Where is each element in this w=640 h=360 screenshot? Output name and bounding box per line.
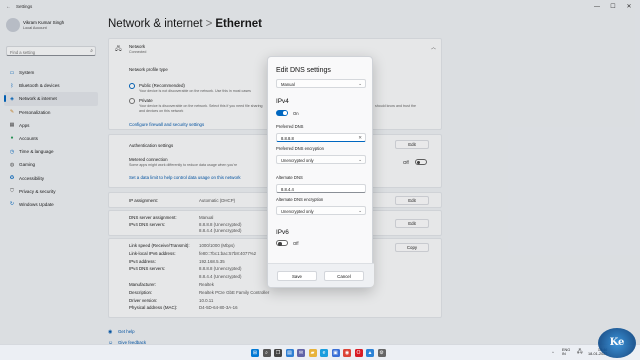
preferred-dns-value: 8.8.8.8 xyxy=(281,136,294,142)
search-icon[interactable]: ⌕ xyxy=(262,349,271,357)
preferred-dns-label: Preferred DNS xyxy=(276,124,304,129)
ipv4-toggle-state: On xyxy=(293,111,299,116)
dns-mode-value: Manual xyxy=(281,82,295,88)
preferred-encryption-value: Unencrypted only xyxy=(281,158,314,164)
cancel-button[interactable]: Cancel xyxy=(324,271,364,281)
alternate-encryption-dropdown[interactable]: Unencrypted only ⌄ xyxy=(276,206,366,215)
ipv4-heading: IPv4 xyxy=(276,98,289,105)
alternate-dns-value: 8.8.4.4 xyxy=(281,187,294,193)
chevron-down-icon: ⌄ xyxy=(358,208,362,213)
alternate-encryption-label: Alternate DNS encryption xyxy=(276,197,324,202)
dialog-footer: Save Cancel xyxy=(268,263,374,287)
alternate-dns-label: Alternate DNS xyxy=(276,175,303,180)
dialog-title: Edit DNS settings xyxy=(276,67,331,74)
file-explorer-icon[interactable]: ▰ xyxy=(308,349,317,357)
ipv6-toggle[interactable] xyxy=(276,240,288,246)
store-icon[interactable]: ▣ xyxy=(331,349,340,357)
edit-dns-dialog: Edit DNS settings Manual ⌄ IPv4 On Prefe… xyxy=(267,56,374,288)
save-button[interactable]: Save xyxy=(277,271,317,281)
preferred-dns-input[interactable]: 8.8.8.8 ✕ xyxy=(276,133,366,142)
chevron-down-icon: ⌄ xyxy=(358,157,362,162)
ipv6-heading: IPv6 xyxy=(276,229,289,236)
watermark-logo: Ke xyxy=(598,328,636,358)
ipv4-toggle[interactable] xyxy=(276,110,288,116)
task-view-icon[interactable]: ❐ xyxy=(274,349,282,357)
preferred-encryption-label: Preferred DNS encryption xyxy=(276,146,324,151)
taskbar: ⊞⌕❐▤✉▰e▣◉O▲⚙ ^ ENGIN 🖧 15:4618-01-2022 xyxy=(0,344,640,360)
region-code: IN xyxy=(562,352,566,356)
opera-icon[interactable]: O xyxy=(354,349,363,357)
alternate-dns-input[interactable]: 8.8.4.4 xyxy=(276,184,366,193)
photos-icon[interactable]: ▲ xyxy=(366,349,374,357)
preferred-encryption-dropdown[interactable]: Unencrypted only ⌄ xyxy=(276,155,366,164)
settings-window: ← Settings — ☐ ✕ Vikram Kumar Singh Loca… xyxy=(0,0,640,346)
ipv6-toggle-state: Off xyxy=(293,241,299,246)
settings-icon[interactable]: ⚙ xyxy=(377,349,386,357)
network-tray-icon[interactable]: 🖧 xyxy=(577,349,583,357)
chrome-icon[interactable]: ◉ xyxy=(343,349,351,357)
chevron-down-icon: ⌄ xyxy=(358,81,362,86)
dns-mode-dropdown[interactable]: Manual ⌄ xyxy=(276,79,366,88)
tray-chevron-icon[interactable]: ^ xyxy=(552,350,554,355)
windows-start-icon[interactable]: ⊞ xyxy=(251,349,259,357)
widgets-icon[interactable]: ▤ xyxy=(285,349,294,357)
edge-icon[interactable]: e xyxy=(320,349,328,357)
alternate-encryption-value: Unencrypted only xyxy=(281,209,314,215)
clear-icon[interactable]: ✕ xyxy=(358,135,362,141)
language-indicator[interactable]: ENG IN xyxy=(562,348,570,356)
chat-icon[interactable]: ✉ xyxy=(297,349,305,357)
